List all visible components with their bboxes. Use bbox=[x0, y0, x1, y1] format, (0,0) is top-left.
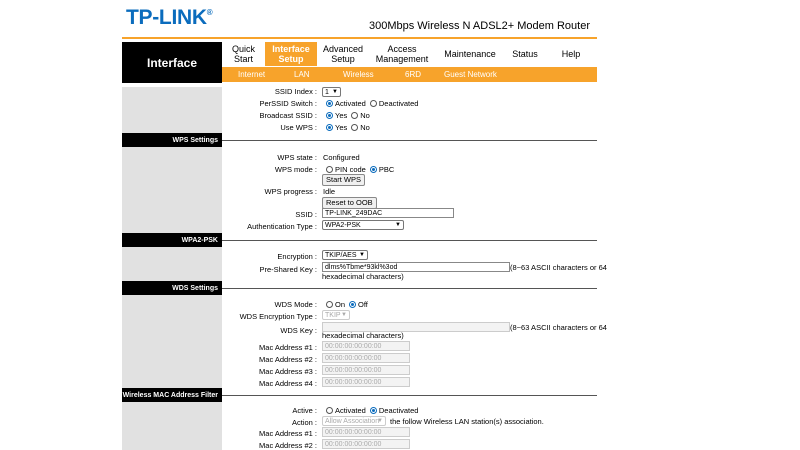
mac-filter-active-label: Active : bbox=[292, 406, 317, 415]
ssid-input[interactable]: TP-LINK_249DAC bbox=[322, 208, 454, 218]
perssid-switch-label: PerSSID Switch : bbox=[259, 99, 317, 108]
perssid-deactivated-radio[interactable] bbox=[369, 100, 377, 107]
section-title: Interface bbox=[122, 42, 222, 83]
psk-hint: (8~63 ASCII characters or 64 bbox=[510, 263, 607, 272]
wds-mac2-label: Mac Address #2 : bbox=[259, 355, 317, 364]
wds-key-hint-2: hexadecimal characters) bbox=[322, 331, 404, 340]
wds-mac1-label: Mac Address #1 : bbox=[259, 343, 317, 352]
mac-filter-mac2-label: Mac Address #2 : bbox=[259, 441, 317, 450]
nav-interface-setup[interactable]: Interface Setup bbox=[265, 42, 317, 66]
main-nav: Quick Start Interface Setup Advanced Set… bbox=[222, 42, 597, 66]
wds-mac3-label: Mac Address #3 : bbox=[259, 367, 317, 376]
psk-input[interactable]: dlms%Tbme*93kl%3od bbox=[322, 262, 510, 272]
chevron-down-icon: ▼ bbox=[359, 252, 365, 258]
ssid-label: SSID : bbox=[295, 210, 317, 219]
wps-state-value: Configured bbox=[323, 153, 360, 162]
wds-off-radio[interactable] bbox=[349, 301, 357, 308]
mac-filter-header: Wireless MAC Address Filter bbox=[122, 388, 222, 402]
perssid-switch: Activated Deactivated bbox=[325, 99, 418, 108]
wps-progress-value: Idle bbox=[323, 187, 336, 196]
subnav-wireless[interactable]: Wireless bbox=[343, 70, 374, 79]
mac-filter-activated-radio[interactable] bbox=[326, 407, 333, 414]
encryption-label: Encryption : bbox=[277, 252, 317, 261]
wds-on-radio[interactable] bbox=[326, 301, 333, 308]
wpa2-psk-header: WPA2-PSK bbox=[122, 233, 222, 247]
nav-help[interactable]: Help bbox=[545, 42, 597, 66]
section-divider bbox=[222, 240, 597, 241]
wps-state-label: WPS state : bbox=[277, 153, 317, 162]
wds-encryption-label: WDS Encryption Type : bbox=[239, 312, 317, 321]
sub-nav: Internet LAN Wireless 6RD Guest Network bbox=[222, 67, 597, 82]
mac-filter-action-label: Action : bbox=[291, 418, 317, 427]
nav-status[interactable]: Status bbox=[505, 42, 545, 66]
wds-mode: On Off bbox=[325, 300, 368, 309]
wds-mac3-input[interactable]: 00:00:00:00:00:00 bbox=[322, 365, 410, 375]
header-divider bbox=[122, 37, 597, 39]
mac-filter-mac1-input[interactable]: 00:00:00:00:00:00 bbox=[322, 427, 410, 437]
chevron-down-icon: ▼ bbox=[377, 418, 383, 424]
usewps-yes-radio[interactable] bbox=[326, 124, 333, 131]
subnav-lan[interactable]: LAN bbox=[294, 70, 310, 79]
tp-link-logo: TP-LINK® bbox=[126, 6, 213, 29]
chevron-down-icon: ▼ bbox=[395, 222, 401, 228]
wds-settings-header: WDS Settings bbox=[122, 281, 222, 295]
use-wps: Yes No bbox=[325, 123, 370, 132]
broadcast-yes-radio[interactable] bbox=[326, 112, 333, 119]
subnav-6rd[interactable]: 6RD bbox=[405, 70, 421, 79]
mac-filter-mac1-label: Mac Address #1 : bbox=[259, 429, 317, 438]
auth-type-label: Authentication Type : bbox=[247, 222, 317, 231]
section-divider bbox=[222, 288, 597, 289]
nav-maintenance[interactable]: Maintenance bbox=[435, 42, 505, 66]
broadcast-no-radio[interactable] bbox=[351, 112, 359, 119]
wds-mode-label: WDS Mode : bbox=[274, 300, 317, 309]
wds-mac2-input[interactable]: 00:00:00:00:00:00 bbox=[322, 353, 410, 363]
psk-label: Pre-Shared Key : bbox=[259, 265, 317, 274]
subnav-internet[interactable]: Internet bbox=[238, 70, 265, 79]
wps-settings-header: WPS Settings bbox=[122, 133, 222, 147]
wds-encryption-select[interactable]: TKIP ▼ bbox=[322, 310, 350, 320]
auth-type-select[interactable]: WPA2-PSK ▼ bbox=[322, 220, 404, 230]
wps-pin-radio[interactable] bbox=[326, 166, 333, 173]
wps-progress-label: WPS progress : bbox=[264, 187, 317, 196]
perssid-activated-radio[interactable] bbox=[326, 100, 333, 107]
encryption-select[interactable]: TKIP/AES ▼ bbox=[322, 250, 368, 260]
section-divider bbox=[222, 140, 597, 141]
broadcast-ssid-label: Broadcast SSID : bbox=[259, 111, 317, 120]
start-wps-button[interactable]: Start WPS bbox=[322, 174, 366, 186]
mac-filter-active: Activated Deactivated bbox=[325, 406, 418, 415]
wds-key-label: WDS Key : bbox=[280, 326, 317, 335]
subnav-guest-network[interactable]: Guest Network bbox=[444, 70, 497, 79]
ssid-index-select[interactable]: 1 ▼ bbox=[322, 87, 341, 97]
wds-mac1-input[interactable]: 00:00:00:00:00:00 bbox=[322, 341, 410, 351]
wps-mode: PIN code PBC bbox=[325, 165, 394, 174]
nav-quick-start[interactable]: Quick Start bbox=[222, 42, 265, 66]
chevron-down-icon: ▼ bbox=[332, 89, 338, 95]
mac-filter-mac2-input[interactable]: 00:00:00:00:00:00 bbox=[322, 439, 410, 449]
mac-filter-action-note: the follow Wireless LAN station(s) assoc… bbox=[390, 417, 544, 426]
use-wps-label: Use WPS : bbox=[280, 123, 317, 132]
wds-mac4-input[interactable]: 00:00:00:00:00:00 bbox=[322, 377, 410, 387]
mac-filter-action-select[interactable]: Allow Association ▼ bbox=[322, 416, 386, 426]
usewps-no-radio[interactable] bbox=[351, 124, 359, 131]
nav-advanced-setup[interactable]: Advanced Setup bbox=[317, 42, 369, 66]
mac-filter-deactivated-radio[interactable] bbox=[369, 407, 377, 414]
wds-key-hint: (8~63 ASCII characters or 64 bbox=[510, 323, 607, 332]
broadcast-ssid: Yes No bbox=[325, 111, 370, 120]
chevron-down-icon: ▼ bbox=[341, 312, 347, 318]
wds-mac4-label: Mac Address #4 : bbox=[259, 379, 317, 388]
wps-mode-label: WPS mode : bbox=[274, 165, 317, 174]
psk-hint-2: hexadecimal characters) bbox=[322, 272, 404, 281]
product-name: 300Mbps Wireless N ADSL2+ Modem Router bbox=[368, 20, 590, 32]
ssid-index-label: SSID Index : bbox=[274, 87, 317, 96]
nav-access-management[interactable]: Access Management bbox=[369, 42, 435, 66]
section-divider bbox=[222, 395, 597, 396]
wps-pbc-radio[interactable] bbox=[369, 166, 377, 173]
